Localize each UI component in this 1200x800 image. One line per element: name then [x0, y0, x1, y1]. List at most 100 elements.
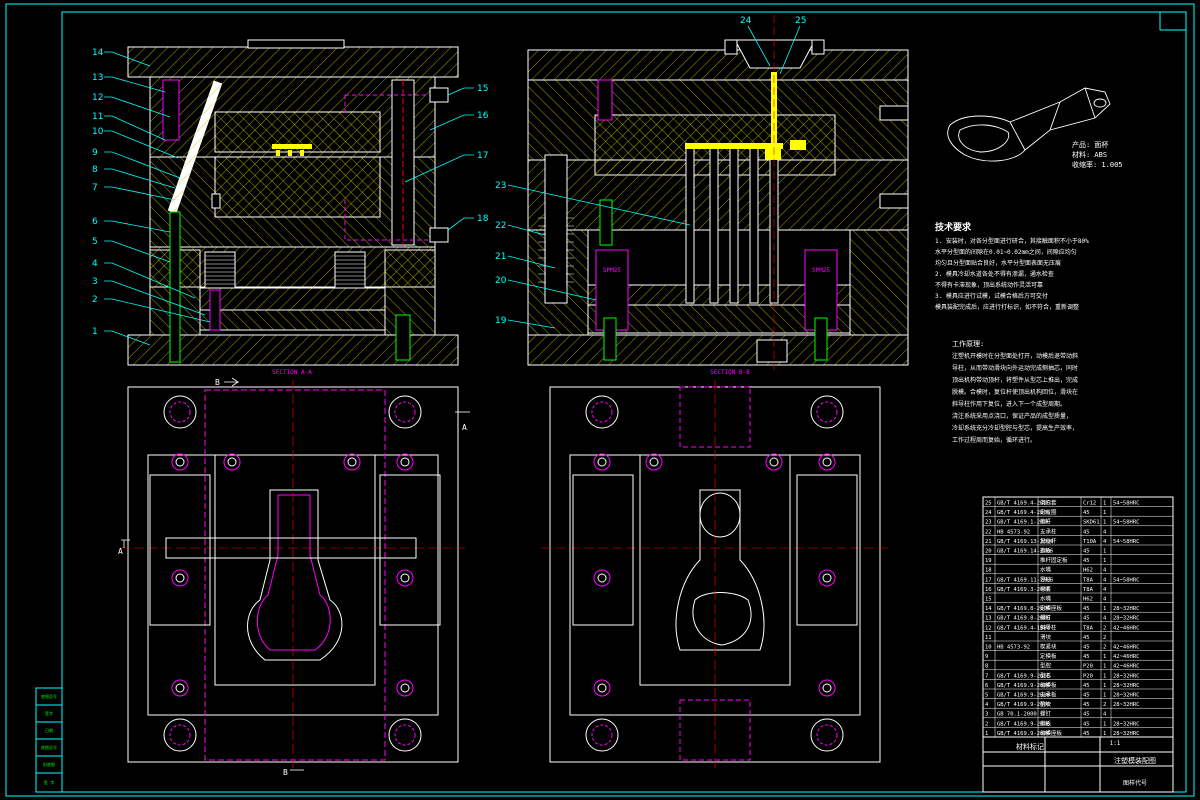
bom-cell: T8A: [1083, 625, 1094, 631]
part-number-label: 7: [92, 183, 98, 193]
bom-cell: 45: [1083, 606, 1090, 612]
part-number-label: 10: [92, 127, 104, 137]
cut-marker-b: B: [283, 768, 288, 777]
part-callouts-right-b: 23 22 21 20 19: [495, 181, 507, 326]
bom-cell: 54~58HRC: [1113, 577, 1140, 583]
bom-cell: 11: [985, 635, 992, 641]
hole-circle: [400, 457, 410, 467]
bom-cell: 1: [1103, 606, 1106, 612]
bom-cell: 4: [1103, 568, 1107, 574]
bom-cell: 2: [1103, 635, 1106, 641]
product-info-line: 收缩率: 1.005: [1072, 160, 1123, 169]
bom-cell: 24: [985, 510, 992, 516]
bom-cell: 推板: [1040, 719, 1052, 727]
bom-cell: 45: [1083, 549, 1090, 555]
bom-cell: 42~46HRC: [1113, 625, 1140, 631]
strip-label: 底图总号: [41, 744, 57, 750]
tech-line: 水平分型面的间隙在0.01~0.02mm之间，间隙应均匀: [935, 248, 1077, 256]
hole-circle: [400, 683, 410, 693]
hole-circle: [175, 683, 185, 693]
bom-cell: 垫块: [1040, 700, 1052, 708]
bom-cell: 4: [1103, 539, 1107, 545]
bom-cell: 1: [1103, 501, 1106, 507]
hole-circle: [169, 401, 191, 423]
process-title: 工作原理:: [952, 339, 984, 348]
bom-cell: 20: [985, 549, 992, 555]
bom-cell: GB 70.1-2000: [997, 712, 1037, 718]
hole-circle: [227, 457, 237, 467]
bom-cell: 2: [1103, 702, 1106, 708]
part-number-label: 3: [92, 277, 98, 287]
bom-cell: 1: [1103, 721, 1106, 727]
title-block: 材料标记 1:1 注塑模装配图 图样代号: [982, 736, 1174, 793]
cut-marker-b: B: [215, 378, 220, 387]
bom-cell: 2: [1103, 645, 1106, 651]
bom-cell: 13: [985, 616, 992, 622]
part-number-label: 14: [92, 48, 104, 58]
part-number-label: 16: [477, 111, 489, 121]
bom-cell: 45: [1083, 616, 1090, 622]
hole-circle: [171, 679, 189, 697]
bom-cell: 1: [1103, 510, 1106, 516]
bom-cell: 6: [985, 683, 988, 689]
bom-cell: 4: [985, 702, 989, 708]
bom-cell: 2: [1103, 625, 1106, 631]
hole-circle: [810, 395, 844, 429]
hole-circle: [347, 457, 357, 467]
bom-cell: 支承板: [1040, 691, 1057, 699]
tech-line: 模具装配完成后，应进行打标识，如不符合，重新调整: [935, 303, 1079, 311]
bom-cell: 3: [985, 712, 988, 718]
section-a-a-title: SECTION A-A: [272, 369, 312, 376]
section-a-a-view: [127, 39, 459, 366]
part-number-label: 18: [477, 214, 489, 224]
process-line: 顶出机构带动顶杆，将塑件从型芯上推出，完成: [952, 376, 1078, 384]
bom-cell: 9: [985, 654, 988, 660]
hole-circle: [769, 457, 779, 467]
part-number-label: 22: [495, 221, 506, 231]
part-number-label: 19: [495, 316, 507, 326]
hole-circle: [394, 724, 416, 746]
hole-circle: [822, 573, 832, 583]
bom-table: 25 GB/T 4169.4-2006浇口套 Cr12 1 54~58HRC24 GB/T…: [982, 496, 1174, 738]
bom-cell: 15: [985, 597, 992, 603]
working-principle: 工作原理: 注塑机开模时在分型面处打开，动模后退带动斜 导柱，从而带动滑块向外运…: [952, 339, 1078, 444]
process-line: 注塑机开模时在分型面处打开，动模后退带动斜: [952, 352, 1078, 360]
tech-line: 均匀且分型面贴合良好，水平分型面表面无压痕: [935, 259, 1061, 267]
bom-cell: 7: [985, 673, 988, 679]
bom-cell: 楔紧块: [1040, 643, 1057, 651]
hole-circle: [818, 679, 836, 697]
bom-cell: 14: [985, 606, 992, 612]
bom-cell: 定模座板: [1040, 604, 1063, 612]
bom-cell: T10A: [1083, 539, 1097, 545]
bom-cell: 10: [985, 645, 992, 651]
hole-circle: [816, 724, 838, 746]
hole-circle: [396, 569, 414, 587]
hole-circle: [816, 401, 838, 423]
strip-label: 签 字: [44, 779, 54, 785]
hole-circle: [223, 453, 241, 471]
bom-cell: 导套: [1040, 585, 1052, 593]
bom-cell: 8: [985, 664, 988, 670]
bom-cell: 28~32HRC: [1113, 731, 1140, 737]
part-number-label: 23: [495, 181, 506, 191]
bom-cell: 54~58HRC: [1113, 501, 1140, 507]
hole-circle: [171, 453, 189, 471]
hole-circle: [388, 718, 422, 752]
bom-cell: 1: [1103, 683, 1106, 689]
part-number-label: 15: [477, 84, 488, 94]
hole-circle: [593, 569, 611, 587]
bom-cell: 5: [985, 693, 988, 699]
hole-circle: [597, 683, 607, 693]
bom-cell: 28~32HRC: [1113, 673, 1140, 679]
material-mark: 材料标记: [1016, 742, 1044, 751]
hole-circle: [163, 395, 197, 429]
hole-circle: [175, 573, 185, 583]
bom-cell: 1: [1103, 693, 1106, 699]
cut-markers: A A B B: [118, 378, 467, 777]
hole-circle: [818, 569, 836, 587]
hole-circle: [765, 453, 783, 471]
hole-circle: [810, 718, 844, 752]
hole-circle: [585, 395, 619, 429]
technical-requirements: 技术要求 1. 安装时，对各分型面进行研合，其接触面积不小于80% 水平分型面的…: [935, 221, 1089, 311]
part-number-label: 12: [92, 93, 103, 103]
